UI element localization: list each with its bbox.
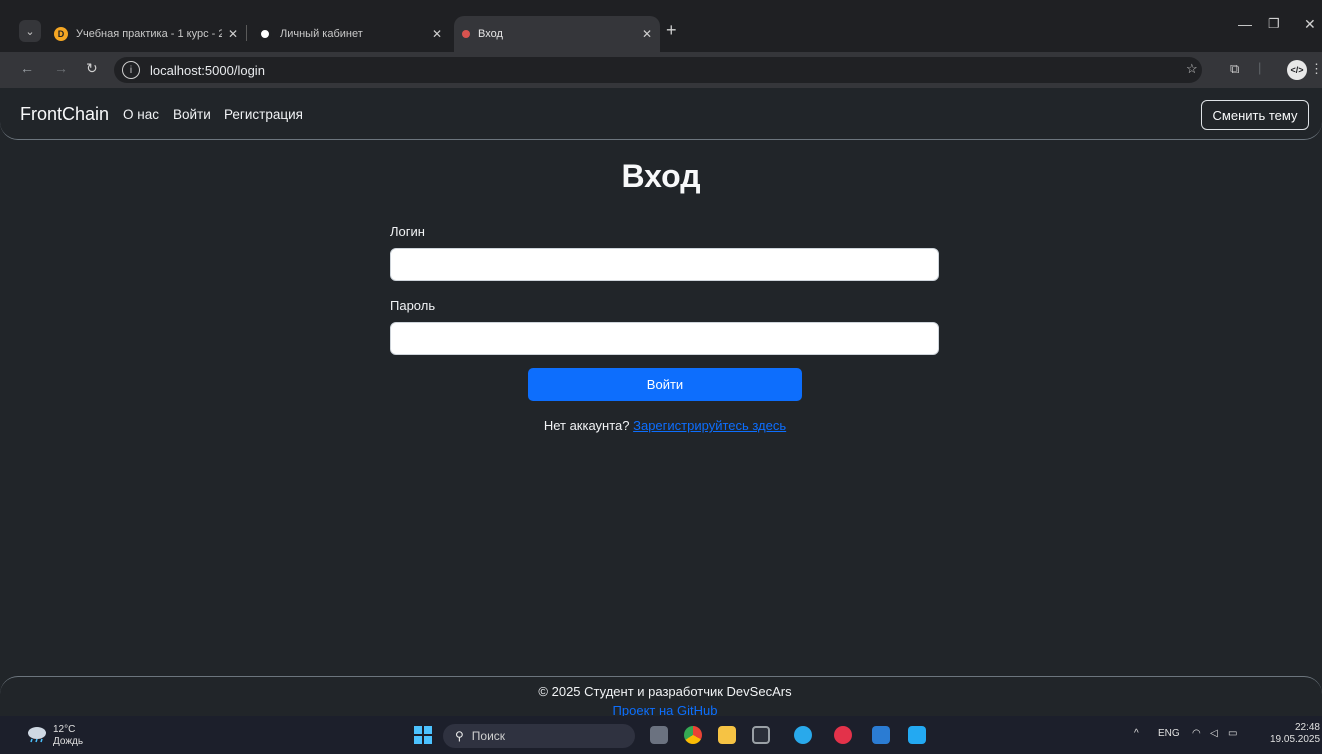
volume-icon[interactable]: ◁ bbox=[1210, 728, 1218, 739]
tab-favicon-icon: D bbox=[54, 27, 68, 41]
pinterest-app-icon[interactable] bbox=[834, 726, 852, 744]
telegram-app-icon[interactable] bbox=[794, 726, 812, 744]
back-icon[interactable]: ← bbox=[20, 60, 34, 76]
input-language[interactable]: ENG bbox=[1158, 728, 1180, 739]
windows-taskbar: 12°C Дождь ⚲ Поиск ^ ENG ◠ ◁ ▭ 22:48 19.… bbox=[0, 716, 1322, 754]
tab-title: Учебная практика - 1 курс - 2( bbox=[76, 28, 222, 40]
tab-title: Личный кабинет bbox=[280, 28, 363, 40]
battery-icon[interactable]: ▭ bbox=[1228, 728, 1237, 739]
login-input[interactable] bbox=[390, 248, 939, 281]
register-prompt: Нет аккаунта? Зарегистрируйтесь здесь bbox=[0, 418, 1322, 433]
extensions-icon[interactable]: ⧉ bbox=[1230, 61, 1239, 77]
search-icon: ⚲ bbox=[455, 729, 464, 743]
tab-favicon-icon bbox=[258, 27, 272, 41]
menu-kebab-icon[interactable]: ⋮ bbox=[1310, 61, 1322, 77]
weather-condition: Дождь bbox=[53, 736, 84, 747]
password-input[interactable] bbox=[390, 322, 939, 355]
register-link[interactable]: Зарегистрируйтесь здесь bbox=[633, 418, 786, 433]
wifi-icon[interactable]: ◠ bbox=[1192, 728, 1201, 739]
site-info-icon[interactable]: i bbox=[122, 61, 140, 79]
site-navbar: FrontChain О нас Войти Регистрация Смени… bbox=[0, 88, 1322, 140]
brand-logo[interactable]: FrontChain bbox=[20, 104, 109, 125]
browser-toolbar: ← → ↻ i localhost:5000/login ☆ ⧉ | ⋮ bbox=[0, 52, 1322, 88]
url-text: localhost:5000/login bbox=[150, 62, 265, 78]
rain-cloud-icon[interactable] bbox=[26, 725, 48, 743]
forward-icon[interactable]: → bbox=[54, 60, 68, 76]
clock-date: 19.05.2025 bbox=[1270, 734, 1321, 745]
browser-tab-strip: ⌄ D Учебная практика - 1 курс - 2( ✕ Лич… bbox=[0, 0, 1322, 52]
vscode-app-icon[interactable] bbox=[908, 726, 926, 744]
close-icon[interactable]: ✕ bbox=[642, 27, 652, 41]
toggle-theme-button[interactable]: Сменить тему bbox=[1201, 100, 1309, 130]
tray-overflow-icon[interactable]: ^ bbox=[1134, 728, 1139, 739]
tab-login[interactable]: Вход ✕ bbox=[454, 16, 660, 52]
login-label: Логин bbox=[390, 224, 425, 239]
tab-search-button[interactable]: ⌄ bbox=[19, 20, 41, 42]
close-icon[interactable]: ✕ bbox=[432, 27, 442, 41]
reload-icon[interactable]: ↻ bbox=[86, 60, 98, 77]
file-explorer-icon[interactable] bbox=[718, 726, 736, 744]
minimize-icon[interactable]: — bbox=[1238, 16, 1252, 32]
windows-start-icon[interactable] bbox=[414, 726, 432, 744]
page-title: Вход bbox=[621, 158, 701, 194]
tab-cabinet[interactable]: Личный кабинет ✕ bbox=[250, 16, 450, 52]
taskbar-search[interactable]: ⚲ Поиск bbox=[443, 724, 635, 748]
tab-favicon-icon bbox=[462, 30, 470, 38]
restore-icon[interactable]: ❐ bbox=[1268, 16, 1280, 32]
address-bar[interactable]: i localhost:5000/login bbox=[114, 57, 1202, 83]
system-clock[interactable]: 22:48 19.05.2025 bbox=[1270, 722, 1320, 746]
nav-register[interactable]: Регистрация bbox=[224, 107, 303, 122]
close-window-icon[interactable]: ✕ bbox=[1304, 16, 1316, 33]
word-app-icon[interactable] bbox=[872, 726, 890, 744]
login-submit-button[interactable]: Войти bbox=[528, 368, 802, 401]
devtools-extension-icon[interactable]: </> bbox=[1287, 60, 1307, 80]
task-view-icon[interactable] bbox=[650, 726, 668, 744]
close-icon[interactable]: ✕ bbox=[228, 27, 238, 41]
tab-practice[interactable]: D Учебная практика - 1 курс - 2( ✕ bbox=[46, 16, 246, 52]
weather-temperature: 12°C bbox=[53, 724, 76, 735]
no-account-text: Нет аккаунта? bbox=[543, 418, 634, 433]
clock-time: 22:48 bbox=[1294, 722, 1320, 733]
new-tab-button[interactable]: + bbox=[666, 20, 677, 41]
password-label: Пароль bbox=[390, 298, 436, 313]
terminal-app-icon[interactable] bbox=[752, 726, 770, 744]
weather-widget[interactable]: 12°C Дождь bbox=[53, 724, 83, 748]
taskbar-search-placeholder: Поиск bbox=[471, 729, 506, 743]
nav-login[interactable]: Войти bbox=[173, 107, 211, 122]
tab-title: Вход bbox=[478, 28, 503, 40]
toolbar-divider: | bbox=[1258, 60, 1262, 75]
bookmark-star-icon[interactable]: ☆ bbox=[1186, 61, 1198, 77]
chrome-app-icon[interactable] bbox=[684, 726, 702, 744]
tab-separator bbox=[246, 25, 247, 41]
nav-about[interactable]: О нас bbox=[123, 107, 159, 122]
footer-copyright: © 2025 Студент и разработчик DevSecArs bbox=[538, 684, 792, 699]
